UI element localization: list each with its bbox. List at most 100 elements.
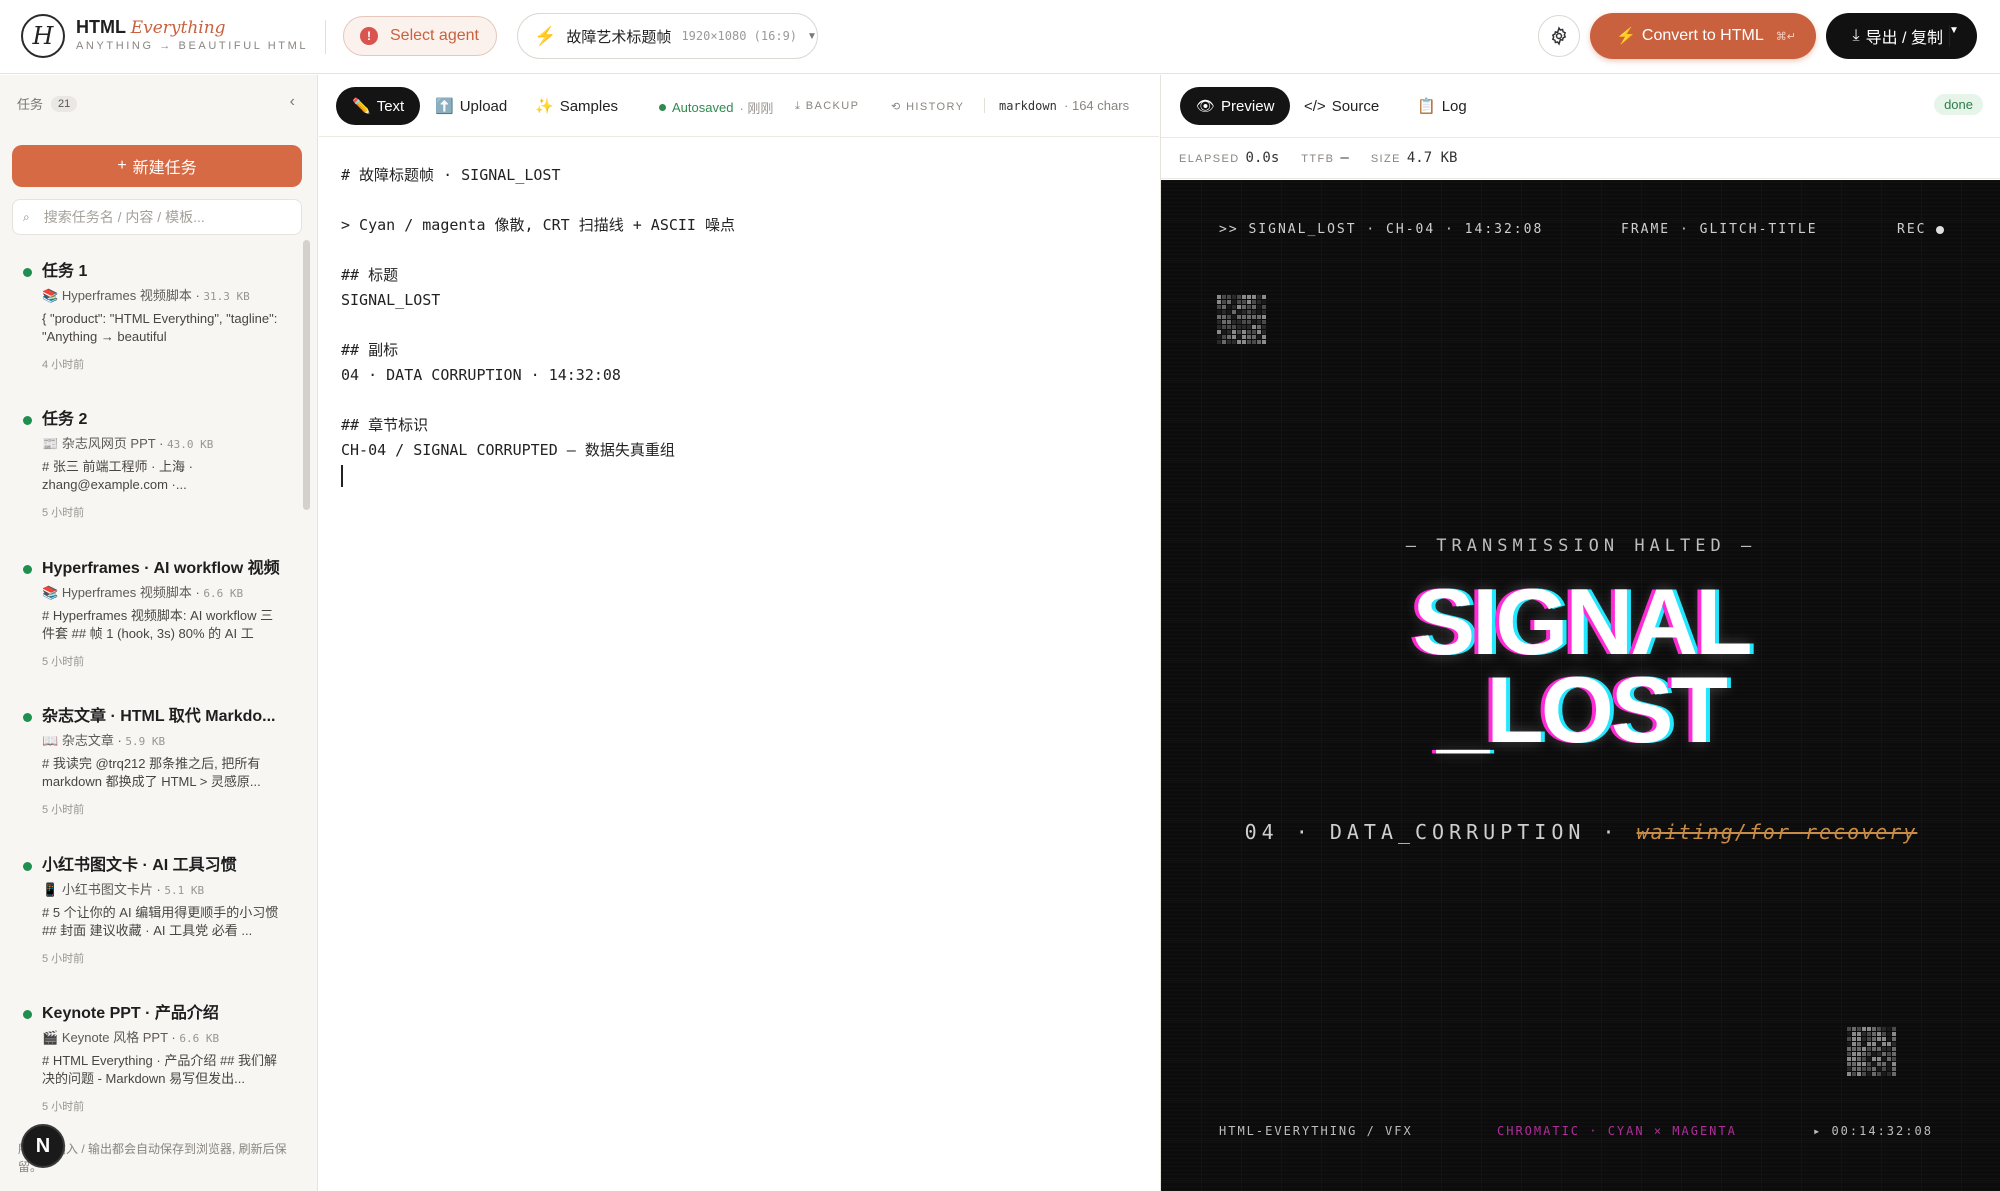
task-preview: # 5 个让你的 AI 编辑用得更顺手的小习惯 ## 封面 建议收藏 · AI …: [42, 905, 279, 938]
top-bar: H HTML Everything ANYTHING → BEAUTIFUL H…: [0, 0, 2000, 74]
ascii-noise-block: [1847, 1027, 1896, 1076]
input-editor-panel: ✏️ Text ⬆️ Upload ✨ Samples Autosaved · …: [319, 75, 1159, 1191]
template-size: 1920×1080 (16:9): [681, 29, 798, 43]
task-time: 5 小时前: [42, 507, 85, 519]
tab-source[interactable]: </> Source: [1288, 87, 1395, 125]
task-meta: 📖 杂志文章 · 5.9 KB: [42, 733, 166, 748]
task-item[interactable]: 任务 2 📰 杂志风网页 PPT · 43.0 KB # 张三 前端工程师 · …: [0, 409, 300, 549]
output-panel: 👁 Preview </> Source 📋 Log done ELAPSED 0…: [1160, 75, 2000, 1191]
frame-bottom-right: ▸ 00:14:32:08: [1813, 1124, 1933, 1138]
status-dot: [23, 416, 32, 425]
format-indicator: markdown · 164 chars: [984, 98, 1129, 113]
task-count-badge: 21: [51, 95, 78, 112]
template-icon: 📰: [42, 436, 59, 451]
task-time: 5 小时前: [42, 1101, 85, 1113]
task-meta: 🎬 Keynote 风格 PPT · 6.6 KB: [42, 1030, 220, 1045]
brand-name: HTML Everything: [76, 17, 226, 38]
task-item[interactable]: Keynote PPT · 产品介绍 🎬 Keynote 风格 PPT · 6.…: [0, 1003, 300, 1143]
size-value: 4.7 KB: [1406, 150, 1458, 166]
task-time: 5 小时前: [42, 953, 85, 965]
sparkle-icon: ✨: [535, 98, 554, 115]
task-item[interactable]: 任务 1 📚 Hyperframes 视频脚本 · 31.3 KB { "pro…: [0, 261, 300, 401]
size-stat: SIZE 4.7 KB: [1371, 150, 1458, 166]
frame-bottom-center: CHROMATIC · CYAN × MAGENTA: [1497, 1124, 1737, 1138]
preview-frame[interactable]: >> SIGNAL_LOST · CH-04 · 14:32:08 FRAME …: [1161, 180, 2000, 1191]
task-search[interactable]: ⌕: [12, 199, 302, 235]
export-copy-button[interactable]: ⤓ 导出 / 复制 ▼: [1826, 13, 1977, 59]
convert-to-html-button[interactable]: ⚡ Convert to HTML ⌘↵: [1590, 13, 1816, 59]
status-dot: [23, 862, 32, 871]
tab-log[interactable]: 📋 Log: [1401, 87, 1483, 125]
task-preview: # Hyperframes 视频脚本: AI workflow 三件套 ## 帧…: [42, 608, 274, 641]
select-agent-button[interactable]: ! Select agent: [343, 16, 497, 56]
status-badge: done: [1934, 94, 1983, 115]
task-title: 杂志文章 · HTML 取代 Markdo...: [42, 708, 276, 725]
logo-icon[interactable]: H: [21, 14, 65, 58]
sidebar-scrollbar[interactable]: [303, 240, 310, 510]
rec-label: REC: [1897, 222, 1927, 237]
task-size: 31.3 KB: [203, 290, 250, 303]
task-preview: # 张三 前端工程师 · 上海 · zhang@example.com ·...: [42, 459, 193, 492]
elapsed-label: ELAPSED: [1179, 153, 1240, 165]
collapse-sidebar-icon[interactable]: ‹: [290, 93, 295, 111]
task-template: 杂志风网页 PPT: [61, 436, 156, 451]
tab-preview[interactable]: 👁 Preview: [1180, 87, 1291, 125]
settings-button[interactable]: [1538, 15, 1580, 57]
render-stats: ELAPSED 0.0s TTFB — SIZE 4.7 KB: [1161, 137, 2000, 179]
tab-label: Upload: [459, 97, 508, 115]
task-title: 小红书图文卡 · AI 工具习惯: [42, 857, 237, 874]
sidebar-header: 任务 21: [17, 94, 78, 113]
tab-label: Source: [1331, 97, 1380, 115]
editor-toolbar: ✏️ Text ⬆️ Upload ✨ Samples Autosaved · …: [319, 75, 1159, 137]
glitch-title-line2: _LOST: [1437, 657, 1728, 762]
new-task-label: 新建任务: [132, 160, 197, 177]
template-icon: 📖: [42, 733, 59, 748]
task-time: 4 小时前: [42, 359, 85, 371]
brand-italic: Everything: [130, 18, 226, 38]
status-dot: [23, 1010, 32, 1019]
history-link[interactable]: ⟲ HISTORY: [891, 100, 964, 113]
tab-upload[interactable]: ⬆️ Upload: [419, 87, 523, 125]
task-item[interactable]: 杂志文章 · HTML 取代 Markdo... 📖 杂志文章 · 5.9 KB…: [0, 706, 300, 846]
backup-link[interactable]: ⤓ BACKUP: [795, 100, 859, 113]
rec-dot-icon: [1936, 225, 1945, 234]
select-agent-label: Select agent: [390, 27, 479, 44]
search-input[interactable]: [43, 209, 284, 225]
new-task-button[interactable]: + 新建任务: [12, 145, 302, 187]
task-item[interactable]: Hyperframes · AI workflow 视频 📚 Hyperfram…: [0, 558, 300, 698]
task-template: 杂志文章: [61, 733, 114, 748]
status-dot: [23, 268, 32, 277]
frame-subtitle: 04 · DATA_CORRUPTION · waiting/for-recov…: [1161, 820, 2000, 844]
char-count: · 164 chars: [1064, 98, 1130, 113]
template-icon: 📚: [42, 288, 59, 303]
task-size: 43.0 KB: [167, 438, 214, 451]
tab-label: Log: [1441, 97, 1467, 115]
task-title: Keynote PPT · 产品介绍: [42, 1005, 219, 1022]
markdown-editor[interactable]: # 故障标题帧 · SIGNAL_LOST > Cyan / magenta 像…: [341, 163, 1141, 488]
sidebar-title: 任务: [17, 97, 44, 112]
autosave-status: Autosaved · 刚刚: [659, 98, 773, 117]
search-icon: ⌕: [23, 209, 30, 224]
brand-tagline: ANYTHING → BEAUTIFUL HTML: [76, 40, 309, 52]
template-selector[interactable]: ⚡ 故障艺术标题帧 1920×1080 (16:9) ▼: [517, 13, 818, 59]
task-preview: # 我读完 @trq212 那条推之后, 把所有 markdown 都换成了 H…: [42, 756, 261, 789]
tab-label: Samples: [559, 97, 619, 115]
divider: [325, 20, 326, 54]
elapsed-stat: ELAPSED 0.0s: [1179, 150, 1279, 166]
frame-top-left: >> SIGNAL_LOST · CH-04 · 14:32:08: [1219, 222, 1544, 237]
task-item[interactable]: 小红书图文卡 · AI 工具习惯 📱 小红书图文卡片 · 5.1 KB # 5 …: [0, 855, 300, 995]
autosave-time: · 刚刚: [739, 101, 774, 116]
convert-label: Convert to HTML: [1641, 27, 1764, 44]
alert-icon: !: [360, 27, 378, 45]
tab-samples[interactable]: ✨ Samples: [519, 87, 634, 125]
task-title: 任务 2: [42, 411, 88, 428]
code-icon: </>: [1304, 97, 1326, 115]
tab-text[interactable]: ✏️ Text: [336, 87, 421, 125]
task-size: 6.6 KB: [203, 587, 244, 600]
download-icon: ⤓: [1852, 27, 1860, 44]
ttfb-stat: TTFB —: [1301, 150, 1349, 166]
user-avatar[interactable]: N: [21, 1124, 65, 1168]
autosave-label: Autosaved: [672, 100, 734, 115]
task-meta: 📱 小红书图文卡片 · 5.1 KB: [42, 882, 205, 897]
task-meta: 📚 Hyperframes 视频脚本 · 6.6 KB: [42, 585, 244, 600]
